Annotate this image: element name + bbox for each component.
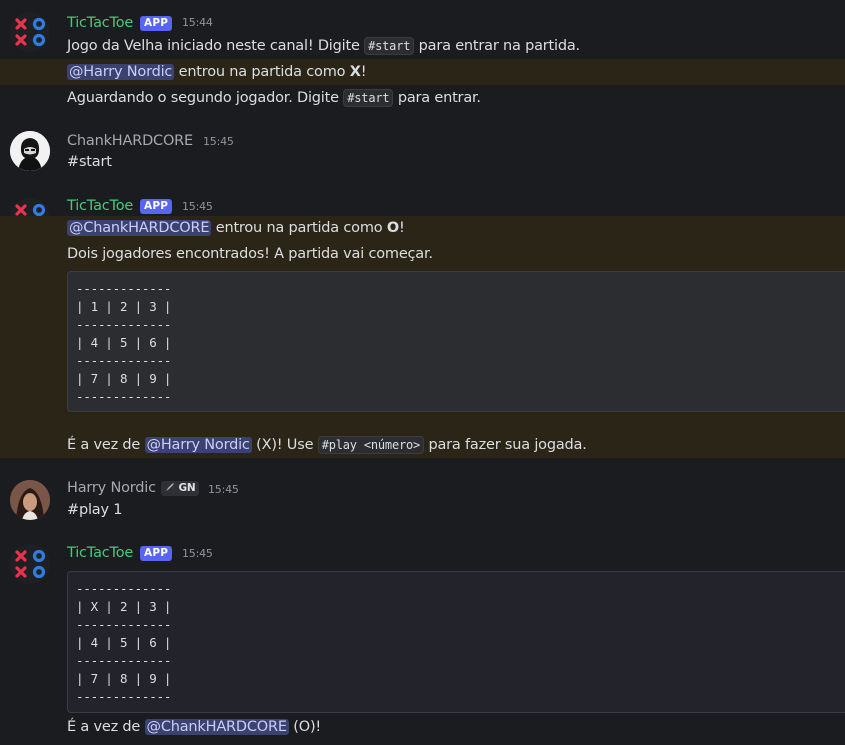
timestamp: 15:45	[182, 200, 213, 213]
app-badge: APP	[140, 199, 173, 214]
timestamp: 15:45	[182, 547, 213, 560]
message-text: @Harry Nordic entrou na partida como X!	[67, 64, 367, 80]
message-group: Harry Nordic GN 15:45 #play 1	[0, 458, 845, 530]
avatar[interactable]	[10, 480, 50, 520]
inline-code: #start	[364, 37, 415, 55]
game-board-codeblock: ------------- | X | 2 | 3 | ------------…	[67, 571, 845, 713]
rocket-icon	[166, 483, 174, 491]
user-avatar-icon	[10, 131, 50, 171]
message-group: ChankHARDCORE 15:45 #start	[0, 112, 845, 182]
avatar[interactable]	[10, 12, 50, 52]
message-group: TicTacToe APP 15:44 Jogo da Velha inicia…	[0, 0, 845, 112]
app-badge: APP	[140, 546, 173, 561]
avatar[interactable]	[10, 131, 50, 171]
message-text: #play 1	[67, 502, 123, 518]
user-mention[interactable]: @ChankHARDCORE	[67, 220, 212, 236]
author-name[interactable]: Harry Nordic	[67, 478, 156, 498]
avatar[interactable]	[10, 544, 50, 584]
message-text: #start	[67, 154, 112, 170]
tictactoe-logo-icon	[15, 549, 46, 579]
app-badge: APP	[140, 16, 173, 31]
user-mention[interactable]: @Harry Nordic	[67, 64, 175, 80]
message-text: Dois jogadores encontrados! A partida va…	[67, 246, 433, 262]
timestamp: 15:44	[182, 16, 213, 29]
message-group: TicTacToe APP 15:45 @ChankHARDCORE entro…	[0, 182, 845, 458]
author-name[interactable]: TicTacToe	[67, 13, 133, 33]
timestamp: 15:45	[203, 135, 234, 148]
tictactoe-logo-icon	[15, 17, 46, 47]
guild-tag-badge[interactable]: GN	[161, 481, 200, 496]
user-mention[interactable]: @Harry Nordic	[144, 437, 252, 453]
message-text: @ChankHARDCORE entrou na partida como O!	[67, 220, 405, 236]
author-name[interactable]: TicTacToe	[67, 543, 133, 563]
message-text: É a vez de @Harry Nordic (X)! Use #play …	[67, 436, 587, 454]
game-board-codeblock: ------------- | 1 | 2 | 3 | ------------…	[67, 271, 845, 412]
inline-code: #play <número>	[317, 436, 425, 454]
message-text: É a vez de @ChankHARDCORE (O)!	[67, 719, 322, 735]
message-group: TicTacToe APP 15:45 ------------- | X | …	[0, 530, 845, 745]
author-name[interactable]: ChankHARDCORE	[67, 131, 193, 151]
user-mention[interactable]: @ChankHARDCORE	[144, 719, 289, 735]
timestamp: 15:45	[208, 483, 239, 496]
author-name[interactable]: TicTacToe	[67, 196, 133, 216]
user-avatar-icon	[10, 480, 50, 520]
message-text: Jogo da Velha iniciado neste canal! Digi…	[67, 37, 580, 55]
inline-code: #start	[343, 89, 394, 107]
message-text: Aguardando o segundo jogador. Digite #st…	[67, 89, 481, 107]
